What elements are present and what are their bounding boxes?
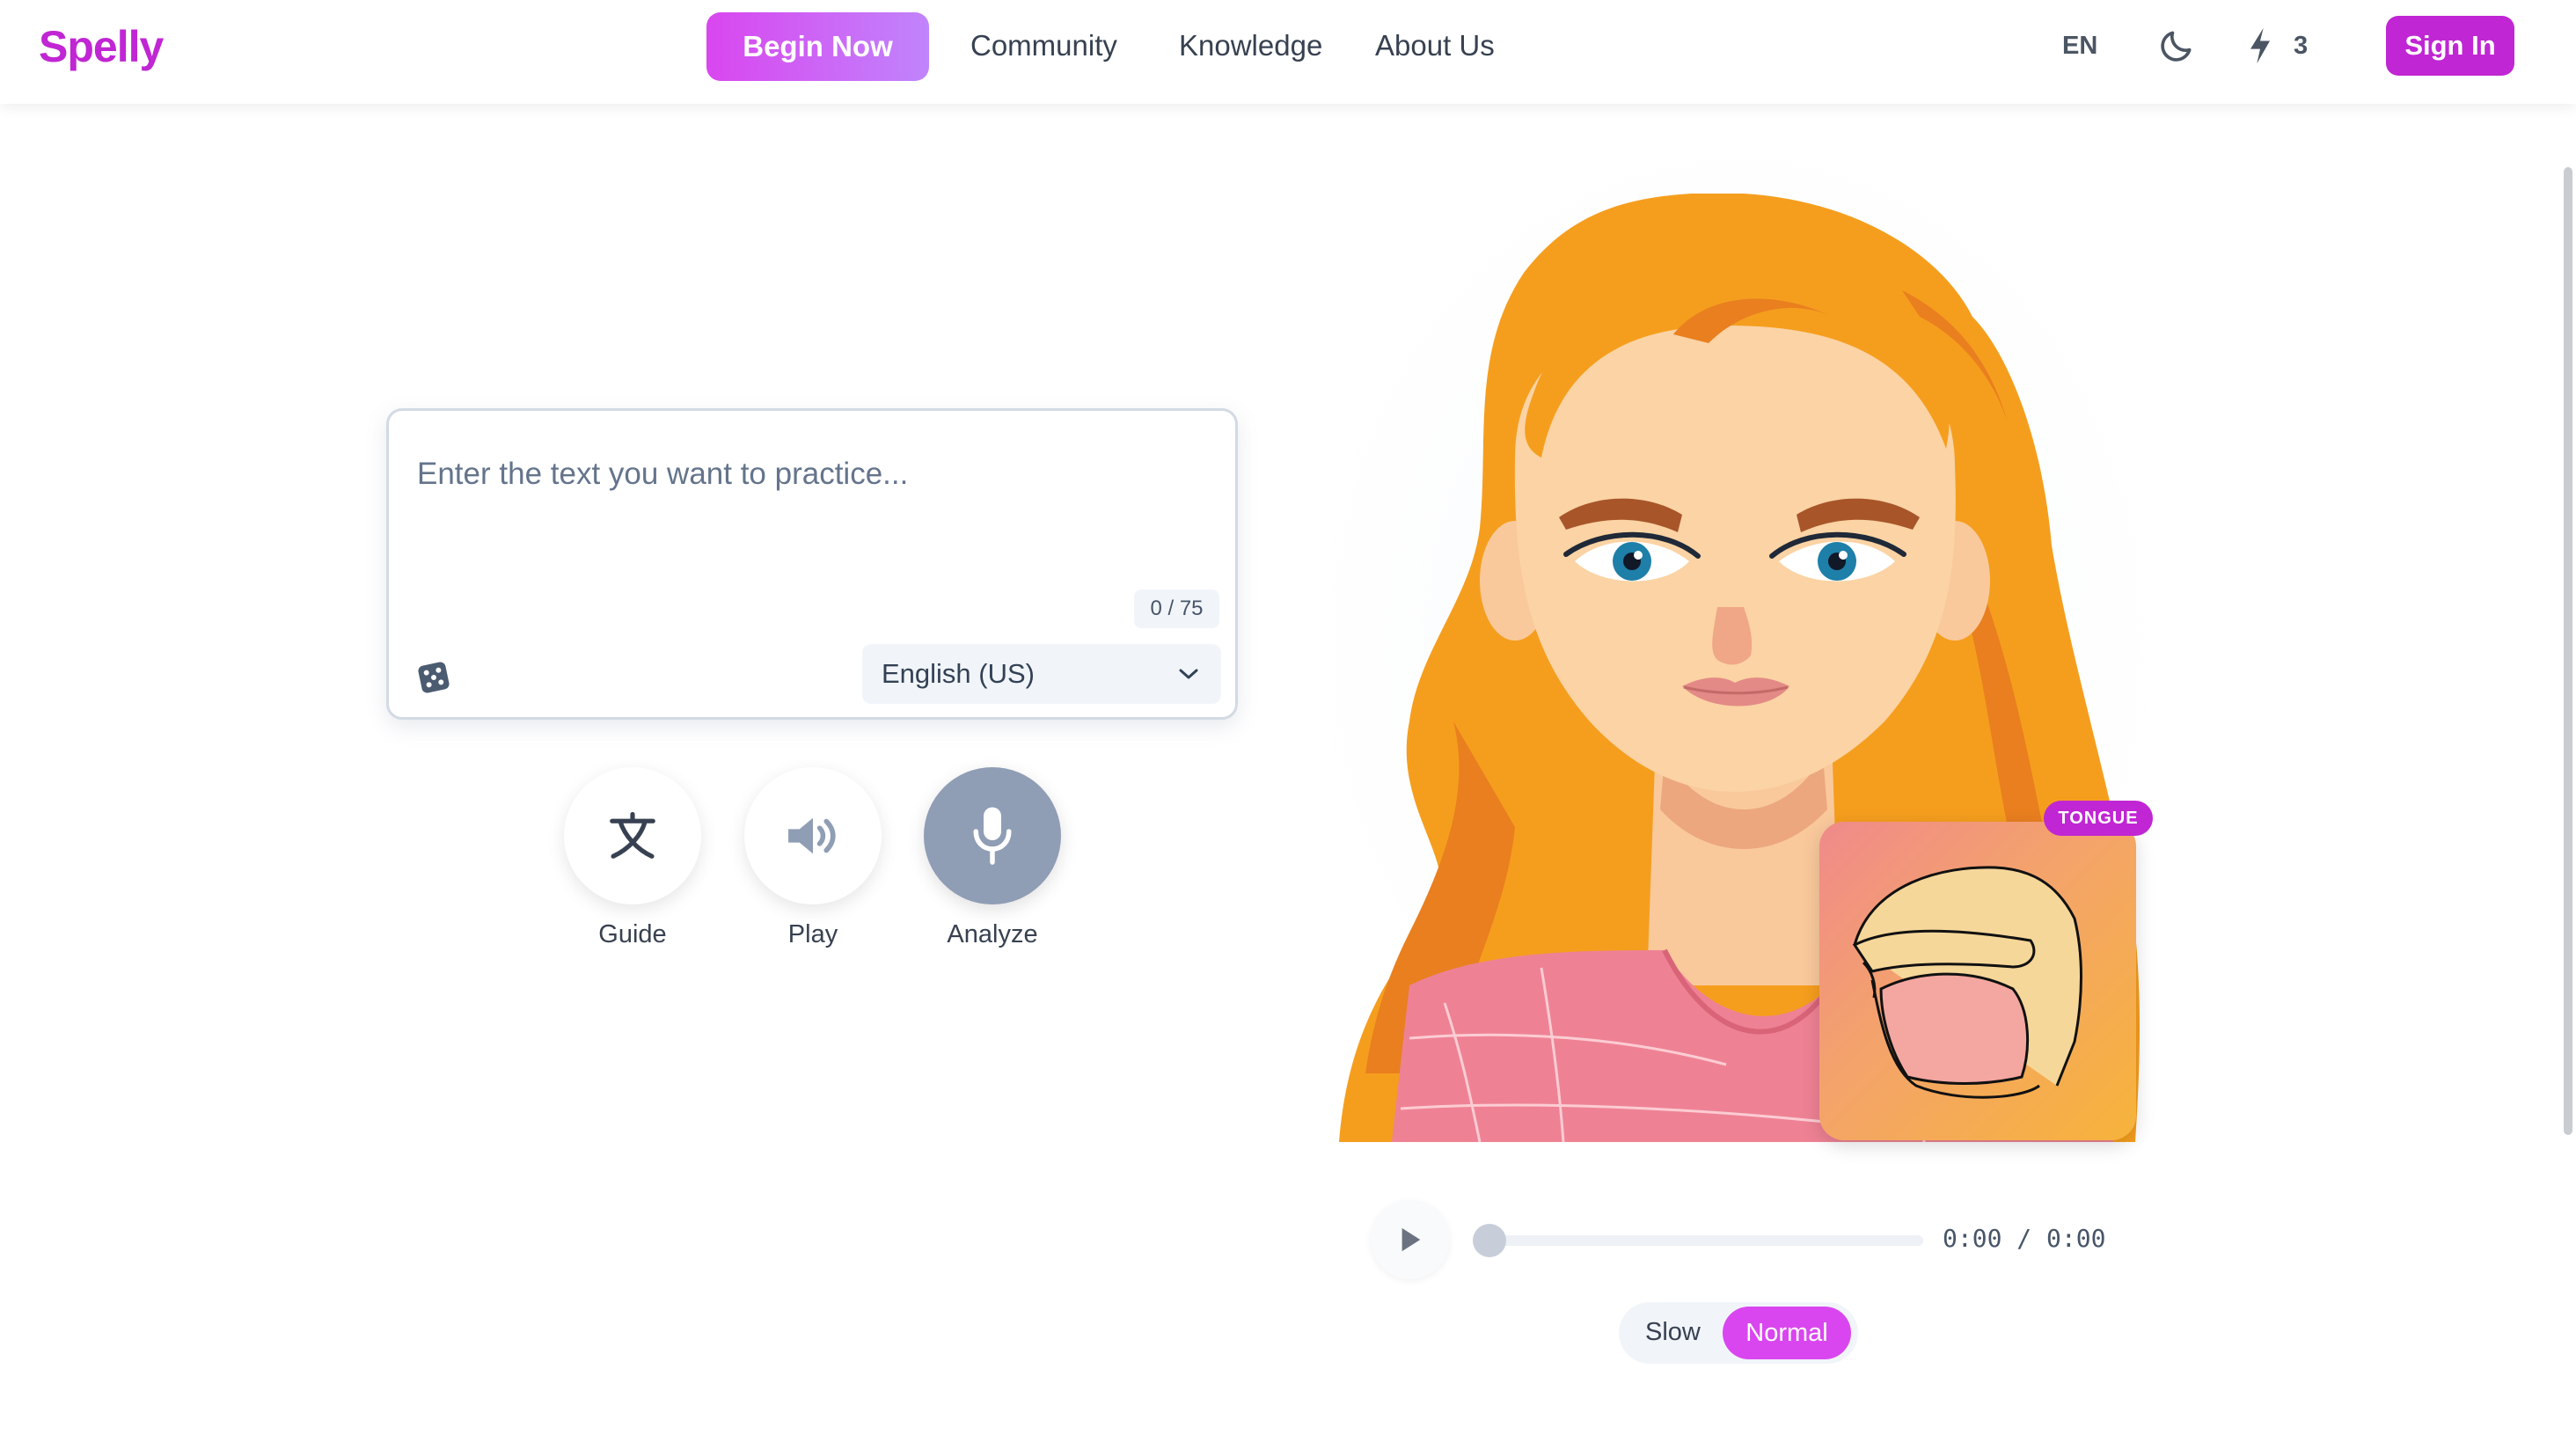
- guide-button[interactable]: [564, 767, 701, 904]
- language-select-value: English (US): [882, 658, 1035, 689]
- play-label: Play: [787, 920, 838, 948]
- mouth-cross-section-diagram: [1852, 866, 2082, 1099]
- practice-card: 0 / 75 English (US): [386, 408, 1238, 720]
- translate-icon: [610, 811, 655, 859]
- character-counter: 0 / 75: [1134, 589, 1219, 628]
- nav-link-knowledge[interactable]: Knowledge: [1179, 29, 1322, 62]
- progress-thumb[interactable]: [1473, 1224, 1506, 1257]
- progress-track[interactable]: [1473, 1235, 1923, 1246]
- playback-time: 0:00 / 0:00: [1943, 1224, 2106, 1253]
- tongue-badge: TONGUE: [2044, 801, 2153, 836]
- language-select[interactable]: English (US): [862, 644, 1221, 704]
- language-switcher[interactable]: EN: [2062, 32, 2097, 61]
- speed-toggle: Slow Normal: [1619, 1302, 1858, 1364]
- play-audio-button[interactable]: [744, 767, 882, 904]
- play-icon: [1401, 1227, 1421, 1252]
- tongue-diagram-panel: [1819, 822, 2136, 1140]
- dice-icon[interactable]: [415, 659, 452, 696]
- energy-count: 3: [2294, 32, 2309, 60]
- player-play-button[interactable]: [1371, 1200, 1450, 1279]
- guide-label: Guide: [598, 920, 667, 948]
- moon-icon[interactable]: [2157, 26, 2196, 65]
- speed-slow-option[interactable]: Slow: [1645, 1318, 1701, 1347]
- bolt-icon[interactable]: [2247, 26, 2273, 65]
- speaker-icon: [788, 817, 836, 854]
- begin-now-button[interactable]: Begin Now: [706, 12, 929, 81]
- practice-text-input[interactable]: [415, 455, 1211, 564]
- speed-normal-option[interactable]: Normal: [1723, 1307, 1851, 1359]
- microphone-icon: [973, 807, 1012, 865]
- nav-link-community[interactable]: Community: [970, 29, 1117, 62]
- analyze-label: Analyze: [947, 920, 1038, 948]
- page-scrollbar[interactable]: [2564, 167, 2572, 1135]
- top-navbar: Spelly Begin Now Community Knowledge Abo…: [0, 0, 2576, 104]
- sign-in-button[interactable]: Sign In: [2386, 16, 2514, 76]
- logo[interactable]: Spelly: [39, 21, 164, 72]
- chevron-down-icon: [1179, 669, 1198, 679]
- nav-link-about-us[interactable]: About Us: [1375, 29, 1495, 62]
- analyze-button[interactable]: [924, 767, 1061, 904]
